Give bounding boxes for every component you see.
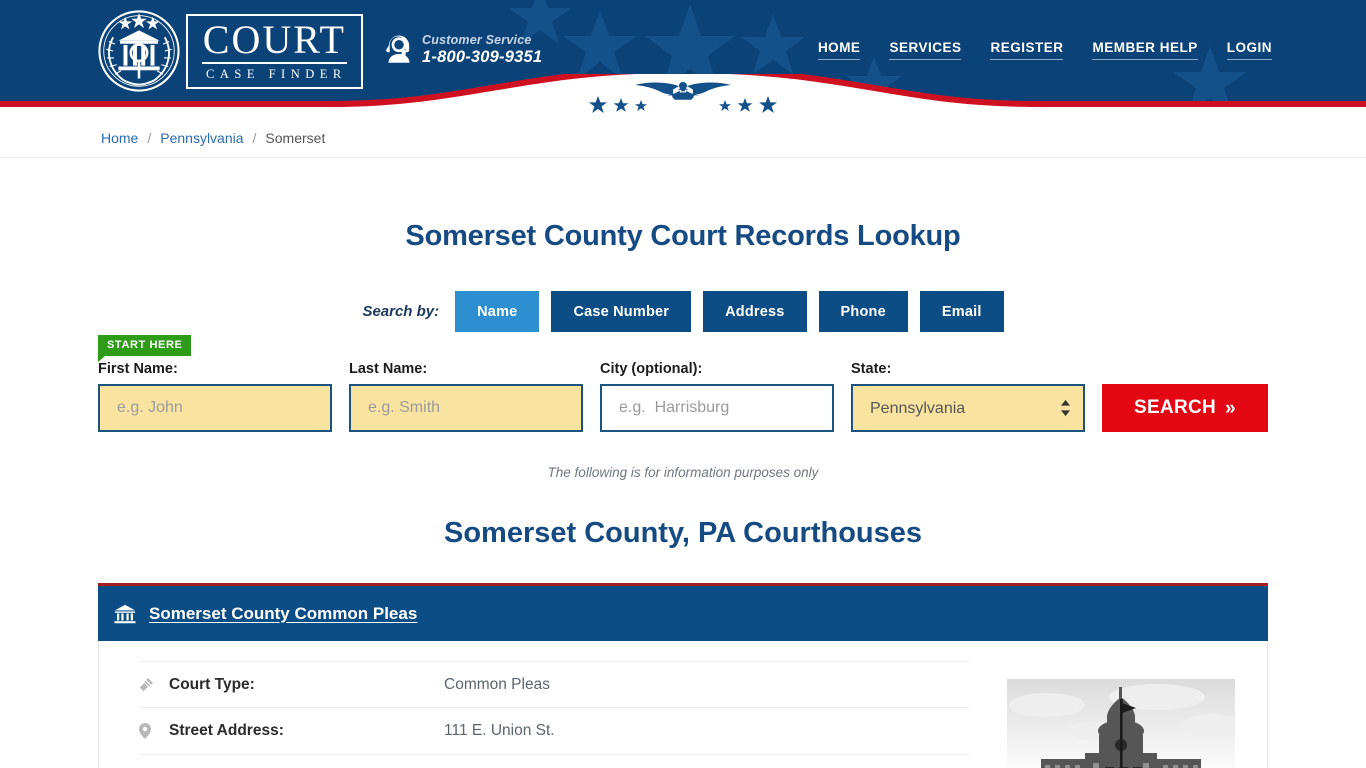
courthouse-card-header: Somerset County Common Pleas xyxy=(98,586,1268,641)
search-button-label: SEARCH xyxy=(1134,397,1217,418)
breadcrumb: Home / Pennsylvania / Somerset xyxy=(0,118,1366,158)
courthouse-card-body: Court Type: Common Pleas Street Address:… xyxy=(98,641,1268,768)
state-label: State: xyxy=(851,361,892,377)
first-name-label: First Name: xyxy=(98,361,178,377)
customer-service-block: Customer Service 1-800-309-9351 xyxy=(385,33,542,67)
breadcrumb-item-home[interactable]: Home xyxy=(101,130,138,146)
table-row: Street Address: 111 E. Union St. xyxy=(139,708,969,755)
somerset-county-courthouse-photo xyxy=(1007,679,1235,768)
courthouse-detail-list: Court Type: Common Pleas Street Address:… xyxy=(99,661,969,768)
main-content: Somerset County Court Records Lookup Sea… xyxy=(0,220,1366,768)
field-city: City (optional): xyxy=(600,361,834,432)
field-last-name: Last Name: xyxy=(349,361,583,432)
city-label: City (optional): xyxy=(600,361,703,377)
logo-main-text: COURT xyxy=(202,16,347,64)
state-select[interactable]: PennsylvaniaAlabamaAlaskaArizonaCaliforn… xyxy=(851,384,1085,432)
tab-address[interactable]: Address xyxy=(703,291,807,332)
first-name-input[interactable] xyxy=(98,384,332,432)
double-chevron-right-icon: » xyxy=(1225,397,1236,419)
breadcrumb-separator: / xyxy=(252,129,257,146)
wave-eagle-emblem xyxy=(0,74,1366,120)
tab-phone[interactable]: Phone xyxy=(818,291,908,332)
city-input[interactable] xyxy=(600,384,834,432)
tab-email[interactable]: Email xyxy=(919,291,1004,332)
table-row: Court Type: Common Pleas xyxy=(139,661,969,708)
tab-case-number[interactable]: Case Number xyxy=(551,291,692,332)
nav-item-register[interactable]: REGISTER xyxy=(990,40,1064,60)
start-here-badge: START HERE xyxy=(98,335,192,362)
main-navigation: HOME SERVICES REGISTER MEMBER HELP LOGIN xyxy=(817,40,1272,60)
page-title: Somerset County Court Records Lookup xyxy=(405,220,961,252)
breadcrumb-item-pennsylvania[interactable]: Pennsylvania xyxy=(160,130,243,146)
breadcrumb-item-current: Somerset xyxy=(265,129,326,146)
courthouse-card: Somerset County Common Pleas Court Type:… xyxy=(98,583,1268,768)
detail-value: 111 E. Union St. xyxy=(444,722,555,739)
field-state: State: PennsylvaniaAlabamaAlaskaArizonaC… xyxy=(851,361,1085,432)
field-first-name: First Name: xyxy=(98,361,332,432)
search-by-label: Search by: xyxy=(362,303,440,320)
section-title: Somerset County, PA Courthouses xyxy=(443,517,923,549)
nav-item-services[interactable]: SERVICES xyxy=(889,40,962,60)
detail-key: Court Type: xyxy=(169,675,255,693)
bank-courthouse-icon xyxy=(114,604,136,623)
detail-value: Common Pleas xyxy=(444,675,550,693)
disclaimer-text: The following is for information purpose… xyxy=(547,465,819,480)
detail-key: Street Address: xyxy=(169,722,284,739)
tab-name[interactable]: Name xyxy=(455,291,540,332)
map-pin-icon xyxy=(139,723,169,739)
last-name-label: Last Name: xyxy=(349,361,428,377)
breadcrumb-separator: / xyxy=(147,129,152,146)
search-type-tabs: Search by: Name Case Number Address Phon… xyxy=(0,291,1366,332)
last-name-input[interactable] xyxy=(349,384,583,432)
headset-support-icon xyxy=(386,35,410,63)
courthouse-photo-wrap xyxy=(969,661,1235,768)
nav-item-home[interactable]: HOME xyxy=(817,40,861,60)
nav-item-member-help[interactable]: MEMBER HELP xyxy=(1092,40,1198,60)
header-wave-band xyxy=(0,74,1366,120)
gavel-icon xyxy=(139,677,169,692)
table-row: City: Somerset xyxy=(139,755,969,768)
customer-service-phone[interactable]: 1-800-309-9351 xyxy=(422,48,542,67)
search-button[interactable]: SEARCH » xyxy=(1102,384,1268,432)
nav-item-login[interactable]: LOGIN xyxy=(1226,40,1272,60)
customer-service-label: Customer Service xyxy=(422,33,532,47)
courthouse-name-link[interactable]: Somerset County Common Pleas xyxy=(149,604,417,624)
search-form: START HERE First Name: Last Name: City (… xyxy=(98,332,1268,432)
